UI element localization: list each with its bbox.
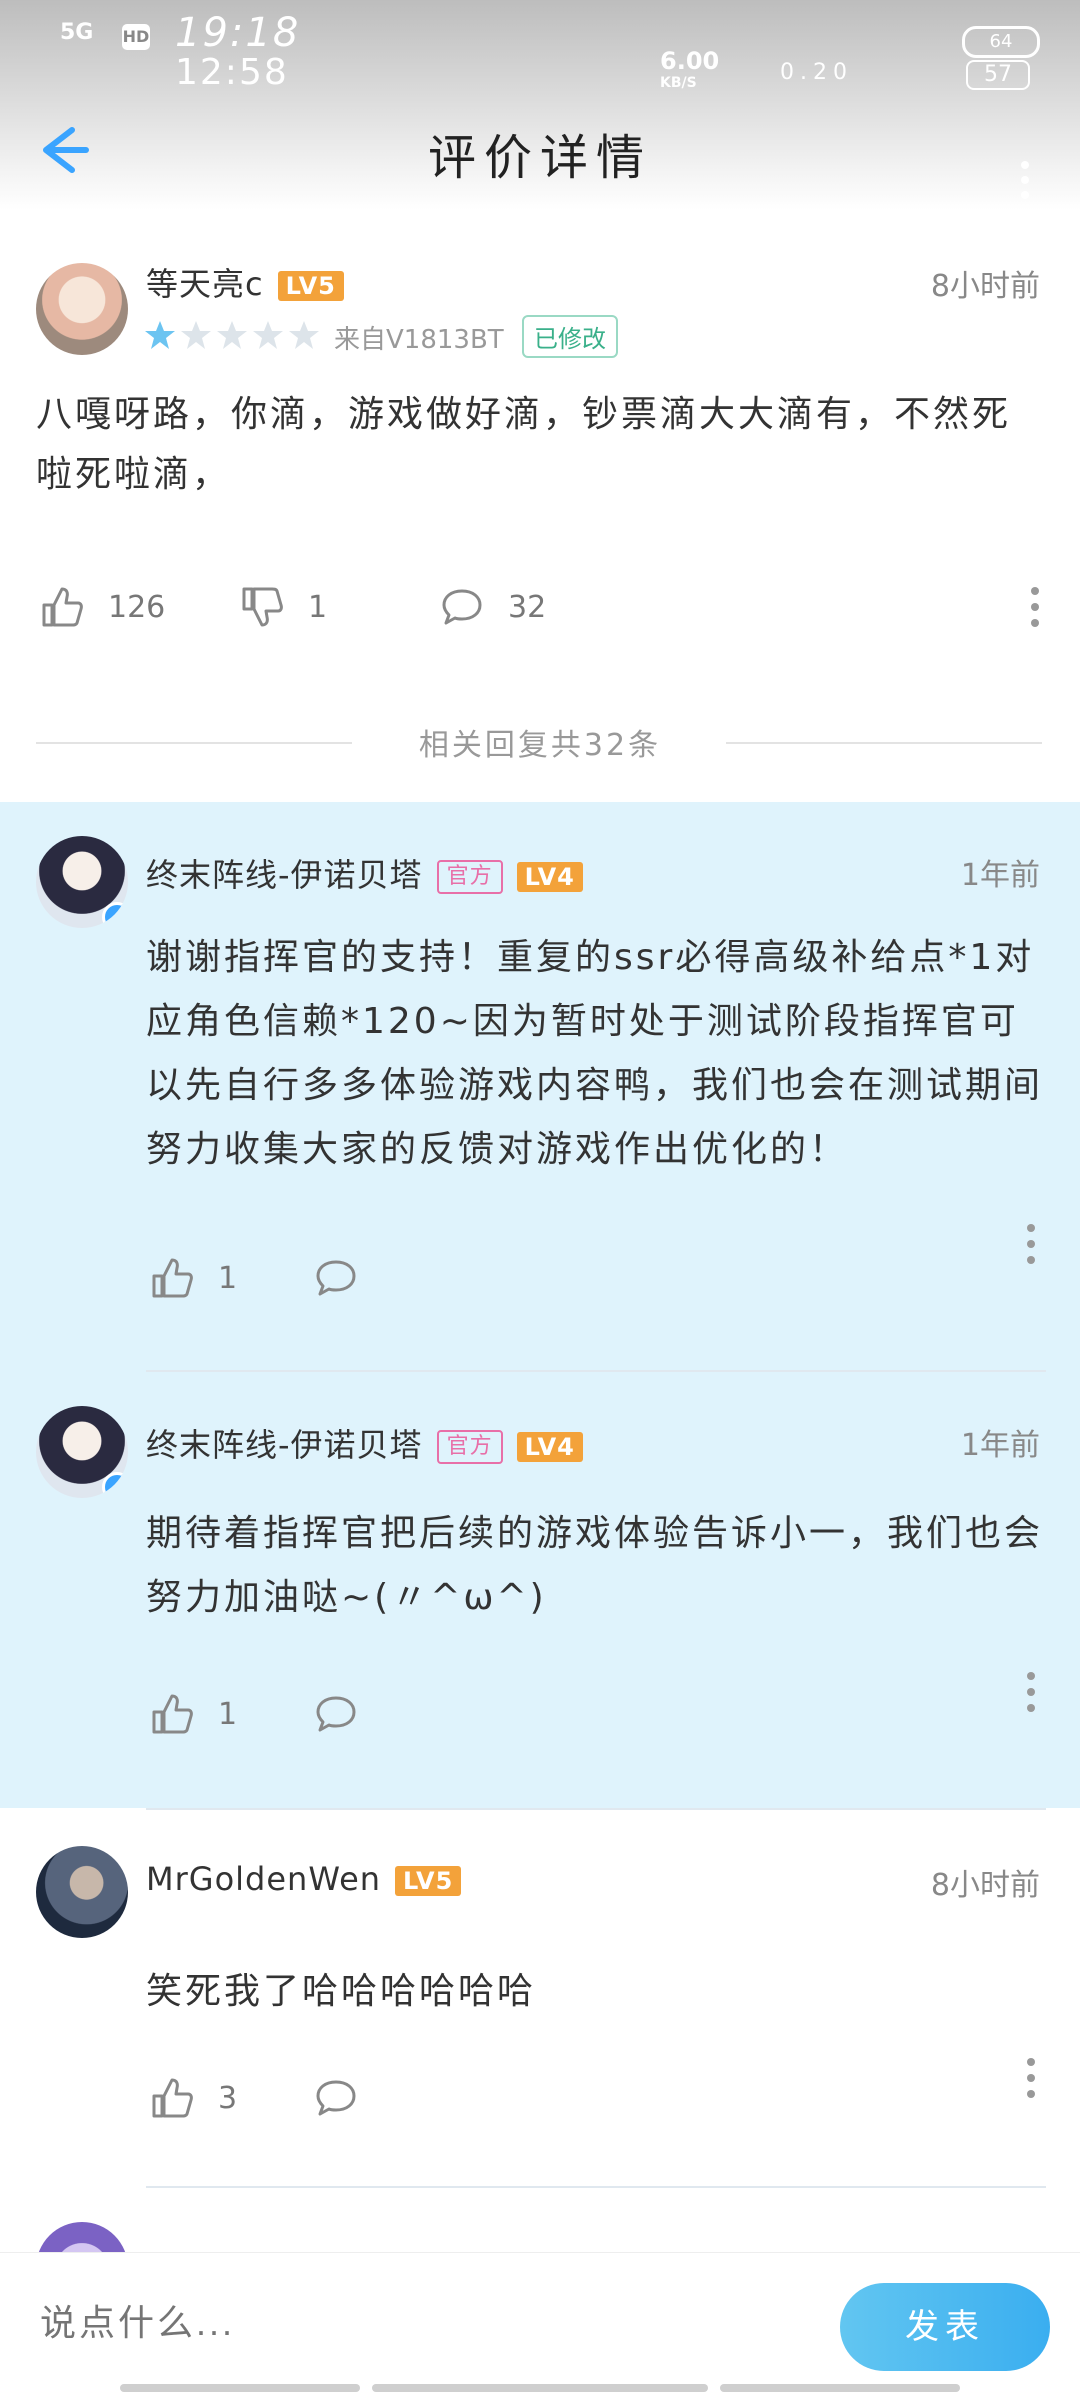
comment-button[interactable] <box>314 1692 382 1736</box>
star-empty-icon <box>253 321 283 349</box>
reply-actions: 1 <box>150 1672 1040 1742</box>
dislike-button[interactable]: 1 <box>240 585 327 629</box>
dislike-count: 1 <box>308 589 328 625</box>
reply-separator <box>146 1808 1046 1810</box>
thumbs-up-icon <box>42 587 83 627</box>
header: 评价详情 <box>0 100 1080 200</box>
like-button[interactable]: 3 <box>150 2076 237 2120</box>
username[interactable]: 终末阵线-伊诺贝塔 <box>146 856 423 894</box>
thumbs-up-icon <box>152 1258 193 1298</box>
speed-unit: KB/S <box>660 75 697 91</box>
more-vertical-icon[interactable] <box>1020 160 1030 200</box>
star-empty-icon <box>289 321 319 349</box>
status-time: 12:58 <box>175 52 289 93</box>
review-actions: 126 1 32 <box>40 585 1050 635</box>
review-author[interactable]: 等天亮c LV5 <box>146 259 344 305</box>
comment-composer: 发表 <box>0 2252 1080 2400</box>
avatar[interactable] <box>36 1846 128 1938</box>
star-empty-icon <box>181 321 211 349</box>
username[interactable]: MrGoldenWen <box>146 1860 381 1898</box>
comment-bubble-icon <box>316 2080 356 2116</box>
gesture-bar <box>720 2384 960 2392</box>
comment-button[interactable] <box>314 2076 382 2120</box>
like-count: 1 <box>218 1696 238 1732</box>
rating-stars <box>144 319 320 351</box>
avatar[interactable] <box>36 836 128 928</box>
speed-value: 6.00 <box>660 47 720 75</box>
comment-bubble-icon <box>316 1260 356 1296</box>
comment-button[interactable] <box>314 1256 382 1300</box>
more-options-icon[interactable] <box>1026 2056 1036 2100</box>
level-badge: LV5 <box>395 1866 462 1896</box>
level-badge: LV4 <box>516 1432 583 1462</box>
reply-content: 笑死我了哈哈哈哈哈哈 <box>146 1971 537 2012</box>
reply-time: 8小时前 <box>930 1868 1040 1903</box>
like-count: 1 <box>218 1260 238 1296</box>
comment-bubble-icon <box>316 1696 356 1732</box>
divider-line-right <box>726 742 1042 744</box>
comment-bubble-icon <box>442 589 482 625</box>
level-badge: LV5 <box>277 271 344 301</box>
top-bar: 5G HD 19:18 12:58 6.00 KB/S 0.20 64 57 评… <box>0 0 1080 210</box>
avatar[interactable] <box>36 1406 128 1498</box>
like-button[interactable]: 1 <box>150 1692 237 1736</box>
star-filled-icon <box>145 321 175 349</box>
page-title: 评价详情 <box>427 130 652 186</box>
verified-icon <box>102 902 128 928</box>
thumbs-up-icon <box>152 2078 193 2118</box>
battery-icon: 64 <box>962 26 1040 58</box>
network-speed: 6.00 KB/S <box>660 47 720 94</box>
status-time-top: 19:18 <box>175 10 301 56</box>
more-options-icon[interactable] <box>1026 1222 1036 1266</box>
edited-tag: 已修改 <box>522 315 618 358</box>
official-tag: 官方 <box>436 860 503 894</box>
status-right: 6.00 KB/S 0.20 64 57 <box>620 20 1040 91</box>
like-button[interactable]: 126 <box>40 585 165 629</box>
reply-author[interactable]: 终末阵线-伊诺贝塔 官方 LV4 <box>146 1420 583 1466</box>
more-options-icon[interactable] <box>1026 1670 1036 1714</box>
official-replies-section: 终末阵线-伊诺贝塔 官方 LV4 1年前 谢谢指挥官的支持！重复的ssr必得高级补给… <box>0 802 1080 1808</box>
battery-top-level: 64 <box>989 31 1013 52</box>
reply-content: 期待着指挥官把后续的游戏体验告诉小一，我们也会努力加油哒~(〃^ω^) <box>146 1513 1044 1618</box>
star-empty-icon <box>217 321 247 349</box>
reply-author[interactable]: 终末阵线-伊诺贝塔 官方 LV4 <box>146 850 583 896</box>
battery-level: 57 <box>966 60 1030 90</box>
send-button[interactable]: 发表 <box>840 2283 1050 2371</box>
gesture-bar <box>120 2384 360 2392</box>
username[interactable]: 终末阵线-伊诺贝塔 <box>146 1426 423 1464</box>
network-indicator: 5G <box>60 20 94 45</box>
gesture-bar <box>372 2384 708 2392</box>
signal-icons: 0.20 <box>780 60 853 85</box>
comment-count: 32 <box>508 589 547 625</box>
reply-separator <box>146 2186 1046 2188</box>
official-tag: 官方 <box>436 1430 503 1464</box>
verified-icon <box>102 1472 128 1498</box>
device-source: 来自V1813BT <box>334 325 504 355</box>
reply-time: 1年前 <box>960 858 1040 893</box>
small-speed: 0.20 <box>780 60 853 85</box>
thumbs-up-icon <box>152 1694 193 1734</box>
like-count: 3 <box>218 2080 238 2116</box>
status-bar: 5G HD 19:18 12:58 6.00 KB/S 0.20 64 57 <box>0 0 1080 100</box>
like-button[interactable]: 1 <box>150 1256 237 1300</box>
reply-time: 1年前 <box>960 1428 1040 1463</box>
reply-actions: 1 <box>150 1224 1040 1306</box>
review-time: 8小时前 <box>930 269 1040 304</box>
username[interactable]: 等天亮c <box>146 265 264 303</box>
more-options-icon[interactable] <box>1030 585 1040 629</box>
like-count: 126 <box>108 589 166 625</box>
review-content: 八嘎呀路，你滴，游戏做好滴，钞票滴大大滴有，不然死啦死啦滴， <box>36 394 1012 495</box>
reply-actions: 3 <box>150 2058 1040 2126</box>
hd-badge: HD <box>122 24 150 50</box>
comment-button[interactable]: 32 <box>440 585 546 629</box>
replies-divider: 相关回复共32条 <box>0 720 1080 763</box>
thumbs-down-icon <box>242 587 283 627</box>
comment-input[interactable] <box>40 2263 800 2383</box>
avatar[interactable] <box>36 263 128 355</box>
reply-separator <box>146 1370 1046 1372</box>
reply-author[interactable]: MrGoldenWen LV5 <box>146 1860 462 1898</box>
level-badge: LV4 <box>516 862 583 892</box>
reply-content: 谢谢指挥官的支持！重复的ssr必得高级补给点*1对应角色信赖*120~因为暂时处… <box>146 937 1044 1170</box>
